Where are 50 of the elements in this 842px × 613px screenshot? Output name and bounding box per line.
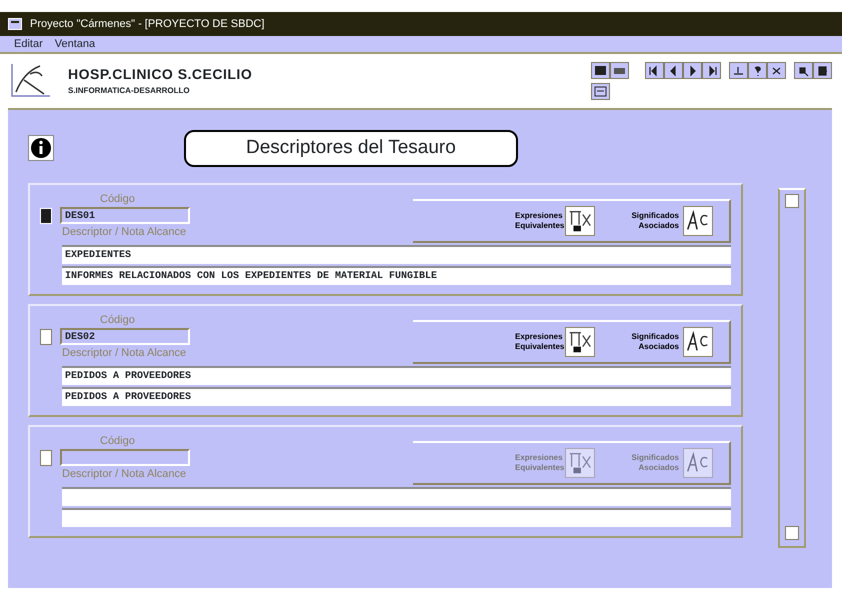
last-record-button[interactable] <box>702 62 721 79</box>
ac-icon[interactable] <box>683 326 713 356</box>
field-label: Código <box>100 434 136 448</box>
scope-note-field[interactable]: PEDIDOS A PROVEEDORES <box>62 386 731 406</box>
exit-button[interactable] <box>813 62 832 79</box>
first-record-button[interactable] <box>645 62 664 79</box>
field-label: Descriptor / Nota Alcance <box>62 346 188 361</box>
scroll-down-button[interactable] <box>785 526 799 540</box>
field-label: Descriptor / Nota Alcance <box>62 225 188 240</box>
code-field[interactable] <box>60 449 190 466</box>
field-label: Descriptor / Nota Alcance <box>62 467 188 482</box>
search-button[interactable] <box>794 62 813 79</box>
associated-button[interactable]: Significados Asociados <box>619 332 683 352</box>
field-label: Código <box>100 192 136 206</box>
equivalents-icon[interactable] <box>565 326 595 356</box>
equivalents-button[interactable]: Expresiones Equivalentes <box>511 210 565 230</box>
app-icon <box>8 18 22 30</box>
organization-name: HOSP.CLINICO S.CECILIO <box>68 64 252 84</box>
help-button[interactable] <box>748 62 767 79</box>
descriptor-field[interactable]: EXPEDIENTES <box>62 244 731 264</box>
scope-note-field[interactable]: INFORMES RELACIONADOS CON LOS EXPEDIENTES DE MATERIAL FUNGIBLE <box>62 266 731 284</box>
scope-note-field[interactable] <box>62 508 731 526</box>
code-field[interactable]: DES02 <box>60 328 190 345</box>
scrollbar[interactable] <box>778 188 806 548</box>
scroll-up-button[interactable] <box>785 194 799 208</box>
delete-record-button[interactable] <box>767 62 786 79</box>
menu-item[interactable]: Ventana <box>48 36 102 52</box>
associated-button[interactable]: Significados Asociados <box>619 210 683 230</box>
form-icon <box>594 86 607 97</box>
descriptor-field[interactable] <box>62 486 731 506</box>
form-tool-button[interactable] <box>591 83 610 100</box>
menu-item[interactable]: Editar <box>8 36 49 52</box>
previous-record-button[interactable] <box>664 62 683 79</box>
code-field[interactable]: DES01 <box>60 207 190 224</box>
equivalents-button[interactable]: Expresiones Equivalentes <box>511 332 565 352</box>
logo-icon <box>10 62 52 98</box>
equivalents-icon[interactable] <box>565 206 595 236</box>
department-name: S.INFORMATICA-DESARROLLO <box>68 84 191 96</box>
ac-icon[interactable] <box>683 206 713 236</box>
info-icon <box>28 135 54 162</box>
delete-record-icon <box>770 64 783 76</box>
next-record-button[interactable] <box>683 62 702 79</box>
search-icon <box>797 64 810 76</box>
window-title: Proyecto "Cármenes" - [PROYECTO DE SBDC] <box>30 16 264 32</box>
print-tool-button[interactable] <box>610 62 629 79</box>
descriptor-field[interactable]: PEDIDOS A PROVEEDORES <box>62 366 731 384</box>
report-tool-button[interactable] <box>591 62 610 79</box>
field-label: Código <box>100 312 136 328</box>
form-title: Descriptores del Tesauro <box>184 130 518 166</box>
new-record-button[interactable] <box>729 62 748 79</box>
